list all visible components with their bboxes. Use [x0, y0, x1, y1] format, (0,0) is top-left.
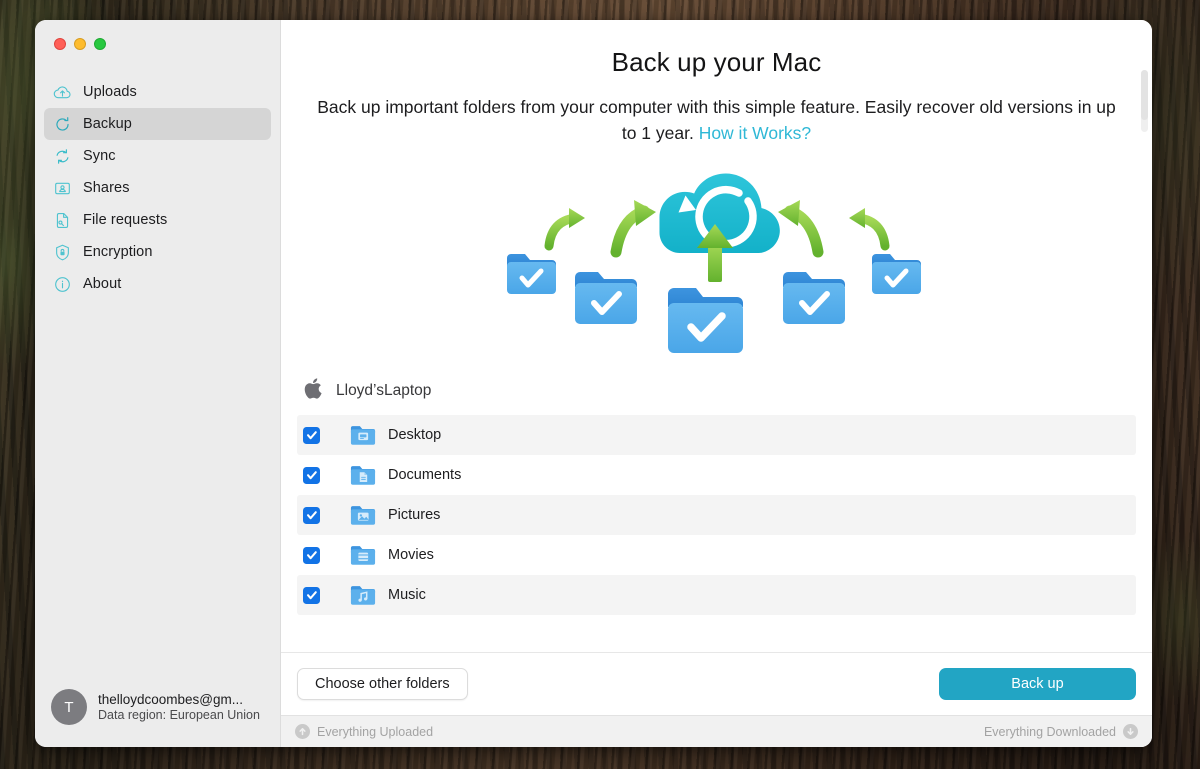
file-request-icon: [53, 211, 72, 230]
cloud-backup-folders-illustration: [487, 156, 947, 361]
folder-row-movies[interactable]: Movies: [297, 535, 1136, 575]
upload-arrow-2: [616, 200, 656, 252]
folder-label: Desktop: [388, 427, 441, 443]
minimize-window-button[interactable]: [74, 38, 86, 50]
sidebar-item-label: File requests: [83, 212, 167, 228]
folder-checkbox[interactable]: [303, 427, 320, 444]
download-status-group: Everything Downloaded: [984, 724, 1138, 739]
user-text: thelloydcoombes@gm... Data region: Europ…: [98, 692, 260, 722]
upload-arrow-4: [778, 200, 818, 252]
how-it-works-link[interactable]: How it Works?: [699, 123, 811, 143]
folder-row-documents[interactable]: Documents: [297, 455, 1136, 495]
folder-checkbox[interactable]: [303, 507, 320, 524]
shares-icon: [53, 179, 72, 198]
device-name: Lloyd’sLaptop: [336, 382, 431, 400]
folder-checked-center: [668, 288, 743, 353]
download-status-text: Everything Downloaded: [984, 725, 1116, 739]
folder-row-pictures[interactable]: Pictures: [297, 495, 1136, 535]
folder-desktop-icon: [350, 422, 376, 448]
sidebar-item-label: Sync: [83, 148, 116, 164]
upload-arrow-5: [849, 208, 885, 246]
sidebar: Uploads Backup: [35, 20, 281, 747]
sidebar-item-uploads[interactable]: Uploads: [44, 76, 271, 108]
sidebar-spacer: [35, 300, 280, 689]
folder-music-icon: [350, 582, 376, 608]
folder-label: Documents: [388, 467, 461, 483]
choose-other-folders-button[interactable]: Choose other folders: [297, 668, 468, 700]
upload-status-text: Everything Uploaded: [317, 725, 433, 739]
sidebar-item-label: Uploads: [83, 84, 137, 100]
main-panel: Back up your Mac Back up important folde…: [281, 20, 1152, 747]
sync-icon: [53, 147, 72, 166]
sidebar-nav: Uploads Backup: [35, 64, 280, 300]
sidebar-item-label: Backup: [83, 116, 132, 132]
page-title: Back up your Mac: [281, 47, 1152, 78]
folder-pictures-icon: [350, 502, 376, 528]
folder-list: Desktop: [281, 415, 1152, 615]
sidebar-item-encryption[interactable]: Encryption: [44, 236, 271, 268]
hero-illustration: [281, 156, 1152, 361]
upload-arrow-1: [549, 208, 585, 246]
user-account-block[interactable]: T thelloydcoombes@gm... Data region: Eur…: [35, 689, 280, 747]
app-window: Uploads Backup: [35, 20, 1152, 747]
maximize-window-button[interactable]: [94, 38, 106, 50]
folder-label: Movies: [388, 547, 434, 563]
close-window-button[interactable]: [54, 38, 66, 50]
folder-label: Music: [388, 587, 426, 603]
folder-row-desktop[interactable]: Desktop: [297, 415, 1136, 455]
page-subtitle: Back up important folders from your comp…: [317, 94, 1117, 146]
sidebar-item-backup[interactable]: Backup: [44, 108, 271, 140]
info-icon: [53, 275, 72, 294]
folder-checkbox[interactable]: [303, 467, 320, 484]
upload-status-group: Everything Uploaded: [295, 724, 433, 739]
sidebar-item-label: Shares: [83, 180, 130, 196]
window-traffic-lights: [35, 20, 280, 64]
sidebar-item-label: Encryption: [83, 244, 153, 260]
folder-row-music[interactable]: Music: [297, 575, 1136, 615]
folder-checkbox[interactable]: [303, 587, 320, 604]
apple-logo-icon: [303, 377, 323, 405]
cloud-upload-icon: [53, 83, 72, 102]
sidebar-item-label: About: [83, 276, 121, 292]
folder-label: Pictures: [388, 507, 440, 523]
folder-movies-icon: [350, 542, 376, 568]
user-data-region: Data region: European Union: [98, 708, 260, 722]
action-button-bar: Choose other folders Back up: [281, 652, 1152, 715]
status-bar: Everything Uploaded Everything Downloade…: [281, 715, 1152, 747]
lock-shield-icon: [53, 243, 72, 262]
backup-restore-icon: [53, 115, 72, 134]
sidebar-item-about[interactable]: About: [44, 268, 271, 300]
scrollbar-thumb[interactable]: [1141, 70, 1148, 120]
folder-checked-2: [575, 272, 637, 324]
sidebar-item-sync[interactable]: Sync: [44, 140, 271, 172]
folder-documents-icon: [350, 462, 376, 488]
device-row: Lloyd’sLaptop: [281, 361, 1152, 415]
vertical-scrollbar[interactable]: [1141, 70, 1148, 132]
avatar: T: [51, 689, 87, 725]
folder-checked-4: [783, 272, 845, 324]
back-up-button[interactable]: Back up: [939, 668, 1136, 700]
sidebar-item-shares[interactable]: Shares: [44, 172, 271, 204]
download-arrow-icon: [1123, 724, 1138, 739]
upload-arrow-icon: [295, 724, 310, 739]
user-email: thelloydcoombes@gm...: [98, 692, 260, 707]
folder-checkbox[interactable]: [303, 547, 320, 564]
sidebar-item-file-requests[interactable]: File requests: [44, 204, 271, 236]
main-scroll-area: Back up your Mac Back up important folde…: [281, 20, 1152, 652]
folder-checked-5: [872, 254, 921, 294]
folder-checked-1: [507, 254, 556, 294]
